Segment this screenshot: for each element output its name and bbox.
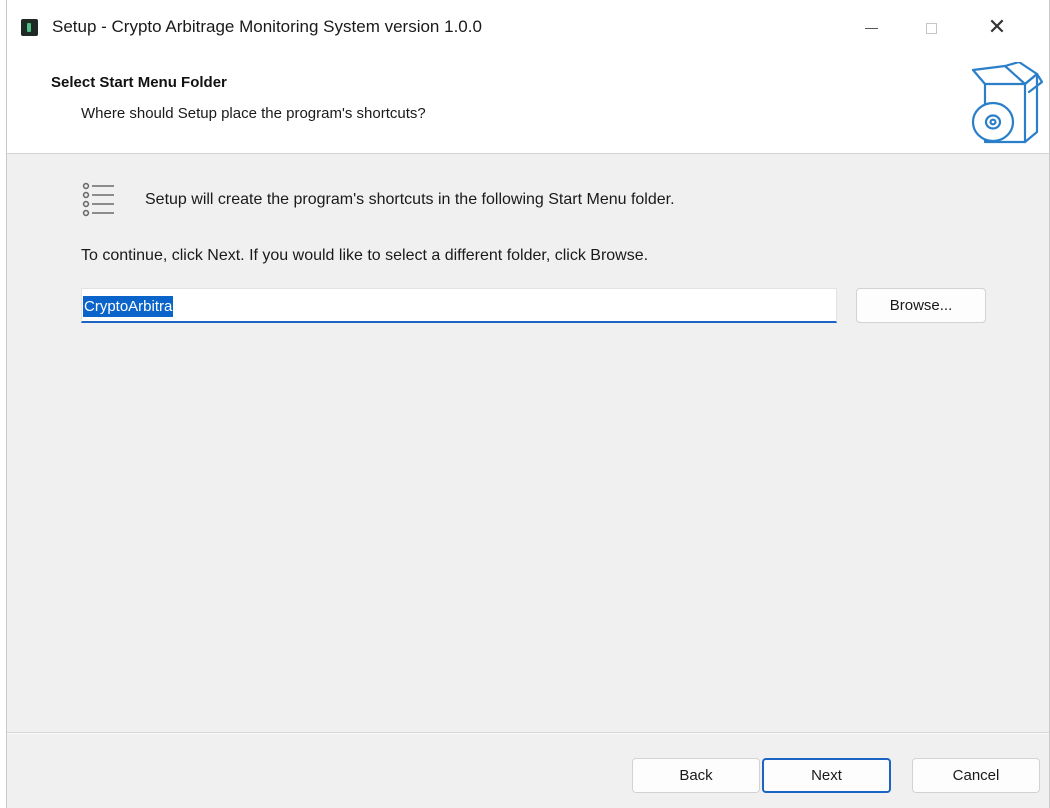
browse-button[interactable]: Browse... — [856, 288, 986, 323]
continue-instructions: To continue, click Next. If you would li… — [81, 247, 649, 264]
page-title: Select Start Menu Folder — [51, 74, 227, 91]
title-bar[interactable]: Setup - Crypto Arbitrage Monitoring Syst… — [7, 0, 1049, 56]
info-text: Setup will create the program's shortcut… — [145, 191, 675, 208]
maximize-button[interactable] — [901, 0, 961, 56]
wizard-header: Select Start Menu Folder Where should Se… — [7, 56, 1049, 154]
cancel-button[interactable]: Cancel — [912, 758, 1040, 793]
window-title: Setup - Crypto Arbitrage Monitoring Syst… — [52, 17, 482, 36]
page-subtitle: Where should Setup place the program's s… — [81, 105, 426, 122]
app-icon — [21, 19, 38, 36]
minimize-button[interactable] — [841, 0, 901, 56]
next-button[interactable]: Next — [762, 758, 891, 793]
start-menu-folder-field[interactable]: CryptoArbitra — [81, 288, 837, 323]
close-icon: ✕ — [987, 15, 1007, 40]
setup-window: Setup - Crypto Arbitrage Monitoring Syst… — [6, 0, 1050, 808]
close-button[interactable]: ✕ — [967, 0, 1027, 56]
start-menu-folder-input[interactable] — [82, 289, 836, 321]
wizard-body: Setup will create the program's shortcut… — [7, 155, 1049, 728]
back-button[interactable]: Back — [632, 758, 760, 793]
maximize-icon — [925, 22, 937, 34]
footer-divider-highlight — [7, 733, 1049, 734]
minimize-icon — [864, 27, 878, 29]
wizard-box-disc-icon — [971, 62, 1043, 144]
folder-list-icon — [82, 182, 114, 217]
